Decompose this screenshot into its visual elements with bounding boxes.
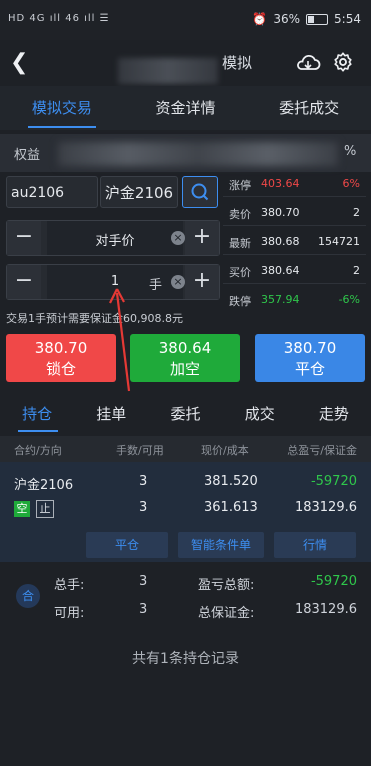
tab-trend[interactable]: 走势 — [297, 396, 371, 432]
search-icon — [191, 183, 209, 201]
status-bar: HD 4G ıll 46 ıll ☰ ⏰ 36% 5:54 — [0, 0, 371, 40]
quantity-unit: 手 — [149, 278, 163, 293]
col-pnl: 总盈亏/保证金 — [287, 444, 357, 457]
summary-badge: 合 — [16, 584, 40, 608]
current-price: 381.520 — [204, 474, 258, 489]
price-minus-button[interactable]: − — [7, 221, 41, 255]
position-available: 3 — [139, 500, 148, 515]
col-lots: 手数/可用 — [116, 444, 164, 457]
position-pnl: -59720 — [310, 474, 357, 489]
records-count: 共有1条持仓记录 — [132, 651, 239, 667]
smart-order-button[interactable]: 智能条件单 — [178, 532, 264, 558]
account-trailing: % — [344, 144, 357, 159]
contract-code-input[interactable]: au2106 — [6, 176, 98, 208]
cloud-sync-icon[interactable] — [295, 52, 321, 74]
status-right: ⏰ 36% 5:54 — [252, 12, 361, 26]
contract-name[interactable]: 沪金2106 — [100, 176, 178, 208]
account-bar: 权益 % — [0, 134, 371, 172]
clear-price-icon[interactable]: × — [171, 231, 185, 245]
search-button[interactable] — [182, 176, 218, 208]
gear-icon[interactable] — [332, 51, 354, 73]
alarm-icon: ⏰ — [252, 12, 268, 26]
blurred-account-info — [58, 142, 338, 166]
position-subtabs: 持仓 挂单 委托 成交 走势 — [0, 396, 371, 432]
position-margin: 183129.6 — [294, 500, 357, 515]
tab-trades[interactable]: 成交 — [223, 396, 297, 432]
tab-orders-trades[interactable]: 委托成交 — [247, 86, 371, 130]
position-name: 沪金2106 — [14, 478, 74, 493]
position-summary: 合 总手: 3 可用: 3 盈亏总额: -59720 总保证金: 183129.… — [0, 566, 371, 628]
close-button[interactable]: 平仓 — [86, 532, 168, 558]
tab-simulated-trading[interactable]: 模拟交易 — [0, 86, 124, 130]
quote-panel: 涨停 403.64 6% 卖价 380.70 2 最新 380.68 15472… — [223, 172, 366, 318]
battery-icon — [306, 13, 329, 25]
col-price: 现价/成本 — [201, 444, 249, 457]
close-position-button[interactable]: 380.70 平仓 — [255, 334, 365, 382]
main-tabs: 模拟交易 资金详情 委托成交 — [0, 86, 371, 130]
quantity-minus-button[interactable]: − — [7, 265, 41, 299]
market-button[interactable]: 行情 — [274, 532, 356, 558]
back-arrow-icon[interactable]: ❮ — [10, 50, 28, 75]
quote-row-bid: 买价 380.64 2 — [223, 259, 366, 284]
total-lots-value: 3 — [139, 574, 148, 589]
total-pnl-value: -59720 — [310, 574, 357, 589]
tab-pending[interactable]: 挂单 — [74, 396, 148, 432]
tab-orders[interactable]: 委托 — [148, 396, 222, 432]
active-subtab-indicator — [18, 430, 58, 432]
col-contract: 合约/方向 — [14, 444, 62, 457]
network-indicators: HD 4G ıll 46 ıll ☰ — [8, 13, 110, 24]
price-type-row: − 对手价 × + — [6, 220, 220, 256]
total-margin-label: 总保证金: — [198, 606, 255, 621]
equity-label: 权益 — [14, 148, 41, 163]
quote-row-limit-up: 涨停 403.64 6% — [223, 172, 366, 197]
clock: 5:54 — [334, 12, 361, 26]
app-header: ❮ 模拟 — [0, 40, 371, 86]
total-lots-label: 总手: — [54, 578, 85, 593]
battery-percent: 36% — [273, 12, 301, 26]
total-pnl-label: 盈亏总额: — [198, 578, 255, 593]
available-value: 3 — [139, 602, 148, 617]
quote-row-last: 最新 380.68 154721 — [223, 230, 366, 255]
quote-row-ask: 卖价 380.70 2 — [223, 201, 366, 226]
tab-positions[interactable]: 持仓 — [0, 396, 74, 432]
total-margin-value: 183129.6 — [294, 602, 357, 617]
column-header: 合约/方向 手数/可用 现价/成本 总盈亏/保证金 — [0, 436, 371, 462]
available-label: 可用: — [54, 606, 85, 621]
clear-quantity-icon[interactable]: × — [171, 275, 185, 289]
table-row[interactable]: 沪金2106 空 止 3 3 381.520 361.613 -59720 18… — [0, 462, 371, 562]
price-type-field[interactable]: 对手价 × — [47, 221, 185, 255]
stop-badge[interactable]: 止 — [36, 500, 54, 518]
quote-row-limit-down: 跌停 357.94 -6% — [229, 293, 360, 308]
price-type-text: 对手价 — [95, 234, 135, 249]
price-plus-button[interactable]: + — [185, 221, 219, 255]
tab-fund-details[interactable]: 资金详情 — [124, 86, 248, 130]
add-short-button[interactable]: 380.64 加空 — [130, 334, 240, 382]
blurred-title — [118, 58, 218, 84]
annotation-arrow-icon — [109, 288, 131, 392]
position-lots: 3 — [139, 474, 148, 489]
cost-price: 361.613 — [204, 500, 258, 515]
quantity-plus-button[interactable]: + — [185, 265, 219, 299]
direction-badge: 空 — [14, 501, 30, 517]
active-tab-indicator — [28, 126, 96, 128]
page-title: 模拟 — [222, 54, 253, 72]
